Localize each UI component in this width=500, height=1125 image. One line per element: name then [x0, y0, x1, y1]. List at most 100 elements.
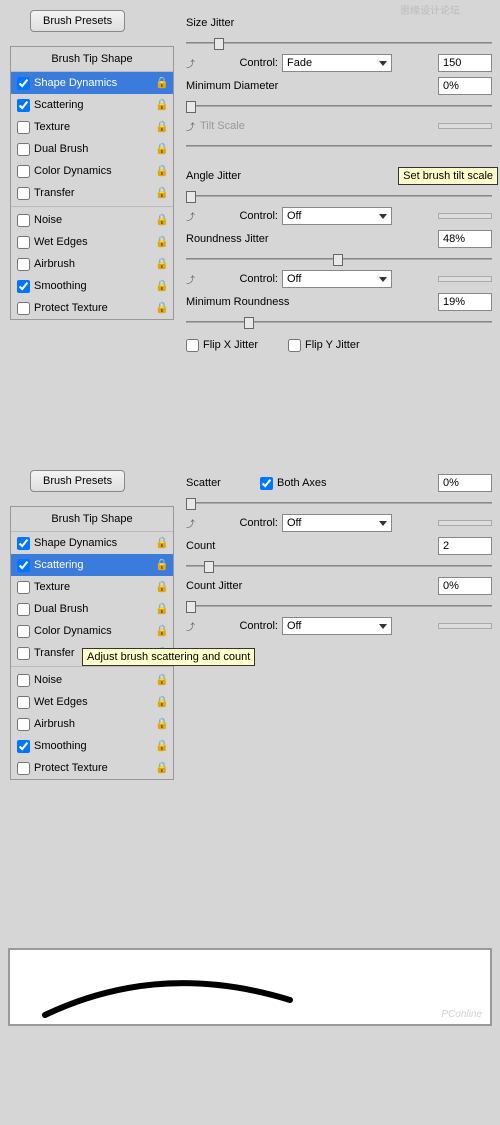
transfer-checkbox[interactable] [17, 647, 30, 660]
roundness-control-dropdown[interactable]: Off [282, 270, 392, 288]
noise-checkbox[interactable] [17, 674, 30, 687]
lock-icon[interactable]: 🔒 [155, 120, 167, 134]
lock-icon[interactable]: 🔒 [155, 673, 167, 687]
min-roundness-label: Minimum Roundness [186, 296, 326, 308]
lock-icon[interactable]: 🔒 [155, 235, 167, 249]
min-roundness-input[interactable]: 19% [438, 293, 492, 311]
dual-brush-checkbox[interactable] [17, 143, 30, 156]
angle-jitter-label: Angle Jitter [186, 170, 326, 182]
shelf-dual-brush[interactable]: Dual Brush🔒 [11, 598, 173, 620]
flip-y-jitter-checkbox[interactable]: Flip Y Jitter [288, 339, 360, 352]
smoothing-checkbox[interactable] [17, 740, 30, 753]
min-diameter-input[interactable]: 0% [438, 77, 492, 95]
angle-jitter-control-dropdown[interactable]: Off [282, 207, 392, 225]
lock-icon[interactable]: 🔒 [155, 98, 167, 112]
lock-icon[interactable]: 🔒 [155, 624, 167, 638]
scatter-control-dropdown[interactable]: Off [282, 514, 392, 532]
count-slider[interactable] [186, 559, 492, 573]
brush-presets-button[interactable]: Brush Presets [30, 10, 125, 32]
shelf-dual-brush[interactable]: Dual Brush🔒 [11, 138, 173, 160]
brush-preview: PConline [8, 948, 492, 1026]
label: Transfer [34, 187, 151, 199]
shelf-smoothing[interactable]: Smoothing🔒 [11, 275, 173, 297]
scatter-input[interactable]: 0% [438, 474, 492, 492]
min-roundness-slider[interactable] [186, 315, 492, 329]
shelf-wet-edges[interactable]: Wet Edges🔒 [11, 231, 173, 253]
min-diameter-slider[interactable] [186, 99, 492, 113]
shelf-protect-texture[interactable]: Protect Texture🔒 [11, 757, 173, 779]
texture-checkbox[interactable] [17, 121, 30, 134]
shape-dynamics-checkbox[interactable] [17, 537, 30, 550]
roundness-jitter-slider[interactable] [186, 252, 492, 266]
lock-icon[interactable]: 🔒 [155, 602, 167, 616]
count-jitter-control-dropdown[interactable]: Off [282, 617, 392, 635]
shelf-wet-edges[interactable]: Wet Edges 🔒 [11, 691, 173, 713]
roundness-jitter-input[interactable]: 48% [438, 230, 492, 248]
color-dynamics-checkbox[interactable] [17, 625, 30, 638]
shelf-smoothing[interactable]: Smoothing🔒 [11, 735, 173, 757]
color-dynamics-checkbox[interactable] [17, 165, 30, 178]
count-jitter-slider[interactable] [186, 599, 492, 613]
lock-icon[interactable]: 🔒 [155, 739, 167, 753]
brush-tip-shape-header[interactable]: Brush Tip Shape [11, 507, 173, 532]
lock-icon[interactable]: 🔒 [155, 536, 167, 550]
lock-icon[interactable]: 🔒 [155, 279, 167, 293]
lock-icon[interactable]: 🔒 [155, 186, 167, 200]
label: Shape Dynamics [34, 537, 151, 549]
brush-presets-button[interactable]: Brush Presets [30, 470, 125, 492]
lock-icon[interactable]: 🔒 [155, 164, 167, 178]
dual-brush-checkbox[interactable] [17, 603, 30, 616]
shelf-protect-texture[interactable]: Protect Texture🔒 [11, 297, 173, 319]
lock-icon[interactable]: 🔒 [155, 301, 167, 315]
lock-icon[interactable]: 🔒 [155, 761, 167, 775]
shelf-scattering[interactable]: Scattering🔒 [11, 94, 173, 116]
brush-tip-shape-header[interactable]: Brush Tip Shape [11, 47, 173, 72]
wet-edges-checkbox[interactable] [17, 696, 30, 709]
shelf-texture[interactable]: Texture🔒 [11, 116, 173, 138]
shelf-noise[interactable]: Noise🔒 [11, 209, 173, 231]
shelf-color-dynamics[interactable]: Color Dynamics🔒 [11, 160, 173, 182]
airbrush-checkbox[interactable] [17, 258, 30, 271]
flip-x-jitter-checkbox[interactable]: Flip X Jitter [186, 339, 258, 352]
smoothing-checkbox[interactable] [17, 280, 30, 293]
lock-icon[interactable]: 🔒 [155, 142, 167, 156]
label: Airbrush [34, 258, 151, 270]
airbrush-checkbox[interactable] [17, 718, 30, 731]
lock-icon[interactable]: 🔒 [155, 580, 167, 594]
shape-dynamics-checkbox[interactable] [17, 77, 30, 90]
lock-icon[interactable]: 🔒 [155, 695, 167, 709]
lock-icon[interactable]: 🔒 [155, 76, 167, 90]
shelf-airbrush[interactable]: Airbrush 🔒 [11, 253, 173, 275]
wet-edges-checkbox[interactable] [17, 236, 30, 249]
brush-panel-shape-dynamics: 思缘设计论坛 Brush Presets Brush Tip Shape Sha… [0, 0, 500, 460]
count-jitter-input[interactable]: 0% [438, 577, 492, 595]
noise-checkbox[interactable] [17, 214, 30, 227]
shelf-texture[interactable]: Texture🔒 [11, 576, 173, 598]
scatter-slider[interactable] [186, 496, 492, 510]
size-jitter-slider[interactable] [186, 36, 492, 50]
shelf-shape-dynamics[interactable]: Shape Dynamics🔒 [11, 72, 173, 94]
shelf-scattering[interactable]: Scattering🔒 [11, 554, 173, 576]
lock-icon[interactable]: 🔒 [155, 257, 167, 271]
shelf-noise[interactable]: Noise🔒 [11, 669, 173, 691]
angle-jitter-slider[interactable] [186, 189, 492, 203]
fade-value-input[interactable]: 150 [438, 54, 492, 72]
lock-icon[interactable]: 🔒 [155, 717, 167, 731]
scattering-checkbox[interactable] [17, 559, 30, 572]
transfer-checkbox[interactable] [17, 187, 30, 200]
shelf-transfer[interactable]: Transfer 🔒 [11, 182, 173, 204]
label: Wet Edges [34, 696, 151, 708]
shelf-color-dynamics[interactable]: Color Dynamics🔒 [11, 620, 173, 642]
lock-icon[interactable]: 🔒 [155, 558, 167, 572]
link-icon: ⤴ [186, 120, 196, 133]
lock-icon[interactable]: 🔒 [155, 213, 167, 227]
scattering-checkbox[interactable] [17, 99, 30, 112]
protect-texture-checkbox[interactable] [17, 302, 30, 315]
texture-checkbox[interactable] [17, 581, 30, 594]
size-jitter-control-dropdown[interactable]: Fade [282, 54, 392, 72]
both-axes-checkbox[interactable]: Both Axes [260, 477, 327, 490]
count-input[interactable]: 2 [438, 537, 492, 555]
protect-texture-checkbox[interactable] [17, 762, 30, 775]
shelf-airbrush[interactable]: Airbrush🔒 [11, 713, 173, 735]
shelf-shape-dynamics[interactable]: Shape Dynamics 🔒 [11, 532, 173, 554]
